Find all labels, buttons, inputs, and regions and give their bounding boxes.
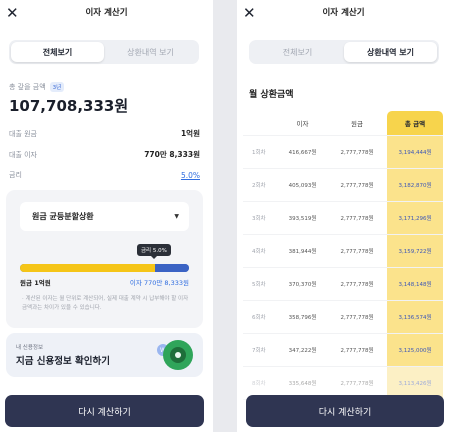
bar-legend: 원금 1억원 이자 770만 8,333원 (20, 277, 189, 287)
cell-interest: 335,648원 (288, 381, 317, 387)
rate-tooltip: 금리 5.0% (137, 244, 171, 259)
header-bar: ✕ 이자 계산기 (0, 0, 213, 30)
loan-principal-value: 1억원 (180, 129, 200, 138)
cell-interest: 381,944원 (288, 249, 317, 255)
interest-rate-link[interactable]: 5.0% (181, 171, 200, 180)
header-interest: 이자 (296, 120, 309, 128)
credit-banner-sub: 내 신용정보 (16, 345, 44, 351)
loan-interest-row: 대출 이자 770만 8,333원 (9, 149, 200, 160)
principal-bar-segment (20, 264, 156, 272)
loan-interest-value: 770만 8,333원 (144, 150, 200, 159)
recalculate-button[interactable]: 다시 계산하기 (5, 395, 204, 427)
cell-total: 3,136,574원 (387, 301, 443, 333)
cell-principal: 2,777,778원 (340, 348, 374, 354)
table-row: 1회차 416,667원 2,777,778원 3,194,444원 (243, 136, 443, 169)
table-row: 2회차 405,093원 2,777,778원 3,182,870원 (243, 169, 443, 202)
header-principal: 원금 (351, 120, 363, 128)
cell-round: 4회차 (252, 249, 266, 255)
loan-principal-label: 대출 원금 (9, 129, 37, 138)
cell-total: 3,125,000원 (387, 334, 443, 366)
cell-total: 3,182,870원 (387, 169, 443, 201)
cell-principal: 2,777,778원 (340, 150, 374, 156)
caret-down-icon: ▼ (174, 213, 179, 220)
table-row: 6회차 358,796원 2,777,778원 3,136,574원 (243, 301, 443, 334)
loan-interest-label: 대출 이자 (9, 150, 37, 159)
cell-interest: 358,796원 (288, 315, 317, 321)
cell-interest: 416,667원 (288, 150, 317, 156)
table-row: 3회차 393,519원 2,777,778원 3,171,296원 (243, 202, 443, 235)
repayment-method-value: 원금 균등분할상환 (32, 212, 94, 221)
total-label-row: 총 갚을 금액 3년 (9, 82, 65, 92)
credit-check-banner[interactable]: 내 신용정보 지금 신용정보 확인하기 W (6, 333, 203, 377)
tab-overview[interactable]: 전체보기 (11, 42, 104, 62)
principal-interest-bar (20, 264, 189, 272)
tab-repayment-history[interactable]: 상환내역 보기 (344, 42, 437, 62)
repayment-panel: ✕ 이자 계산기 전체보기 상환내역 보기 월 상환금액 이자 원금 총 금액 … (237, 0, 450, 432)
interest-rate-label: 금리 (9, 171, 22, 179)
recalculate-button[interactable]: 다시 계산하기 (246, 395, 444, 427)
credit-banner-title: 지금 신용정보 확인하기 (16, 356, 111, 367)
table-row: 4회차 381,944원 2,777,778원 3,159,722원 (243, 235, 443, 268)
interest-rate-row: 금리 5.0% (9, 170, 200, 180)
table-header: 이자 원금 총 금액 (243, 111, 443, 136)
interest-legend: 이자 770만 8,333원 (129, 279, 189, 287)
cell-principal: 2,777,778원 (340, 249, 374, 255)
section-title: 월 상환금액 (249, 90, 294, 100)
page-title: 이자 계산기 (322, 8, 365, 18)
cell-round: 5회차 (252, 282, 266, 288)
summary-panel: ✕ 이자 계산기 전체보기 상환내역 보기 총 갚을 금액 3년 107,708… (0, 0, 213, 432)
cell-total: 3,159,722원 (387, 235, 443, 267)
cell-total: 3,194,444원 (387, 136, 443, 168)
header-bar: ✕ 이자 계산기 (237, 0, 450, 30)
cell-interest: 370,370원 (288, 282, 317, 288)
cell-principal: 2,777,778원 (340, 183, 374, 189)
cell-principal: 2,777,778원 (340, 216, 374, 222)
cell-principal: 2,777,778원 (340, 282, 374, 288)
cell-round: 1회차 (252, 150, 266, 156)
loan-principal-row: 대출 원금 1억원 (9, 128, 200, 139)
repayment-method-select[interactable]: 원금 균등분할상환 ▼ (20, 202, 189, 231)
term-badge: 3년 (49, 82, 65, 92)
cell-total: 3,171,296원 (387, 202, 443, 234)
table-row: 5회차 370,370원 2,777,778원 3,148,148원 (243, 268, 443, 301)
cell-round: 7회차 (252, 348, 266, 354)
cell-round: 3회차 (252, 216, 266, 222)
total-label: 총 갚을 금액 (9, 83, 46, 91)
principal-legend: 원금 1억원 (20, 279, 51, 287)
cell-interest: 347,222원 (288, 348, 317, 354)
repayment-table: 이자 원금 총 금액 1회차 416,667원 2,777,778원 3,194,44… (243, 111, 443, 400)
cell-total: 3,148,148원 (387, 268, 443, 300)
table-row: 7회차 347,222원 2,777,778원 3,125,000원 (243, 334, 443, 367)
header-total: 총 금액 (387, 111, 443, 135)
tab-overview[interactable]: 전체보기 (251, 42, 344, 62)
cell-interest: 405,093원 (288, 183, 317, 189)
cell-principal: 2,777,778원 (340, 315, 374, 321)
cell-round: 2회차 (252, 183, 266, 189)
view-tabs: 전체보기 상환내역 보기 (9, 40, 199, 64)
cell-interest: 393,519원 (288, 216, 317, 222)
interest-bar-segment (155, 264, 189, 272)
total-amount: 107,708,333원 (9, 97, 129, 115)
disclaimer-note: · 계산된 이자는 월 단위로 계산되어, 실제 대출 계약 시 납부해야 할 … (22, 296, 189, 311)
cell-round: 8회차 (252, 381, 266, 387)
repayment-card: 원금 균등분할상환 ▼ 금리 5.0% 원금 1억원 이자 770만 8,333… (6, 190, 203, 328)
cell-principal: 2,777,778원 (340, 381, 374, 387)
cell-round: 6회차 (252, 315, 266, 321)
credit-gauge-icon (163, 340, 193, 370)
page-title: 이자 계산기 (85, 8, 128, 18)
view-tabs: 전체보기 상환내역 보기 (249, 40, 439, 64)
tab-repayment-history[interactable]: 상환내역 보기 (104, 42, 197, 62)
